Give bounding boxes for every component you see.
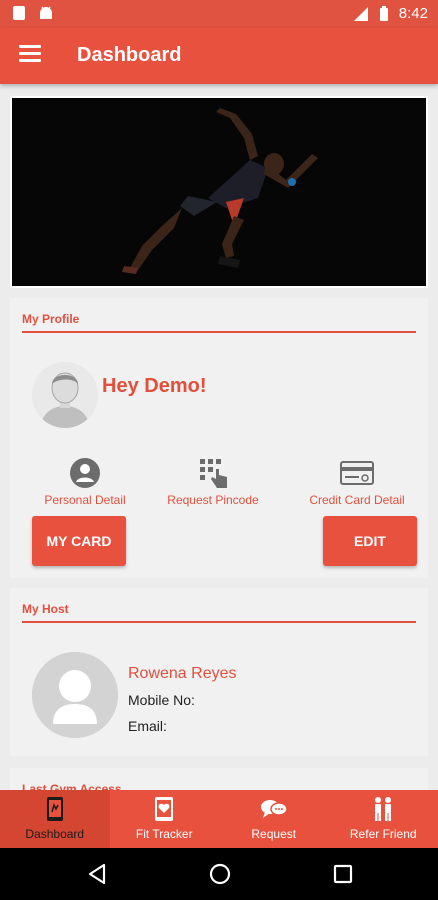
battery-icon [379,5,388,21]
profile-avatar [32,362,98,428]
section-divider [22,331,416,333]
status-bar: 8:42 [0,0,438,28]
last-gym-access-title: Last Gym Access [22,782,122,790]
hero-sprinter-image [10,96,428,288]
bottom-navigation: Dashboard Fit Tracker Request Refer Frie… [0,790,438,848]
recents-icon[interactable] [332,862,354,886]
my-host-title: My Host [22,602,69,616]
edit-button[interactable]: EDIT [323,516,417,566]
section-divider [22,621,416,623]
nav-request-label: Request [251,827,297,841]
app-bar: Dashboard [0,28,438,84]
keypad-touch-icon [200,459,227,488]
nav-request[interactable]: Request [219,790,329,848]
page-title: Dashboard [77,44,182,66]
my-profile-card: My Profile Hey Demo! Personal Detail Req… [10,298,428,578]
system-navigation-bar [0,848,438,900]
phone-gym-icon [46,797,63,821]
request-pincode-button[interactable]: Request Pincode [158,456,268,507]
host-name: Rowena Reyes [128,665,237,682]
my-card-button[interactable]: MY CARD [32,516,126,566]
credit-card-icon [340,461,374,485]
chat-bubbles-icon [260,800,288,818]
notification-icon [13,6,25,20]
request-pincode-label: Request Pincode [167,493,259,507]
nav-refer-friend-label: Refer Friend [349,827,417,841]
people-icon [375,797,392,821]
my-host-card: My Host Rowena Reyes Mobile No: Email: [10,588,428,756]
nav-dashboard-label: Dashboard [25,827,85,841]
nav-fit-tracker[interactable]: Fit Tracker [110,790,220,848]
dashboard-content[interactable]: My Profile Hey Demo! Personal Detail Req… [0,84,438,790]
back-icon[interactable] [86,862,108,886]
credit-card-detail-button[interactable]: Credit Card Detail [294,456,420,507]
host-email-label: Email: [128,718,167,734]
heart-phone-icon [155,797,174,821]
host-mobile-label: Mobile No: [128,692,195,708]
last-gym-access-card: Last Gym Access [10,768,428,790]
status-time: 8:42 [398,5,428,22]
host-avatar [32,652,118,738]
menu-icon[interactable] [19,45,41,65]
signal-icon [353,6,368,21]
nav-fit-tracker-label: Fit Tracker [135,827,193,841]
person-icon [70,458,100,488]
android-icon [40,6,52,19]
home-icon[interactable] [208,862,232,886]
profile-greeting: Hey Demo! [102,375,207,397]
credit-card-detail-label: Credit Card Detail [309,493,405,507]
personal-detail-label: Personal Detail [44,493,126,507]
nav-refer-friend[interactable]: Refer Friend [329,790,438,848]
my-profile-title: My Profile [22,312,80,326]
personal-detail-button[interactable]: Personal Detail [32,456,138,507]
nav-dashboard[interactable]: Dashboard [0,790,110,848]
